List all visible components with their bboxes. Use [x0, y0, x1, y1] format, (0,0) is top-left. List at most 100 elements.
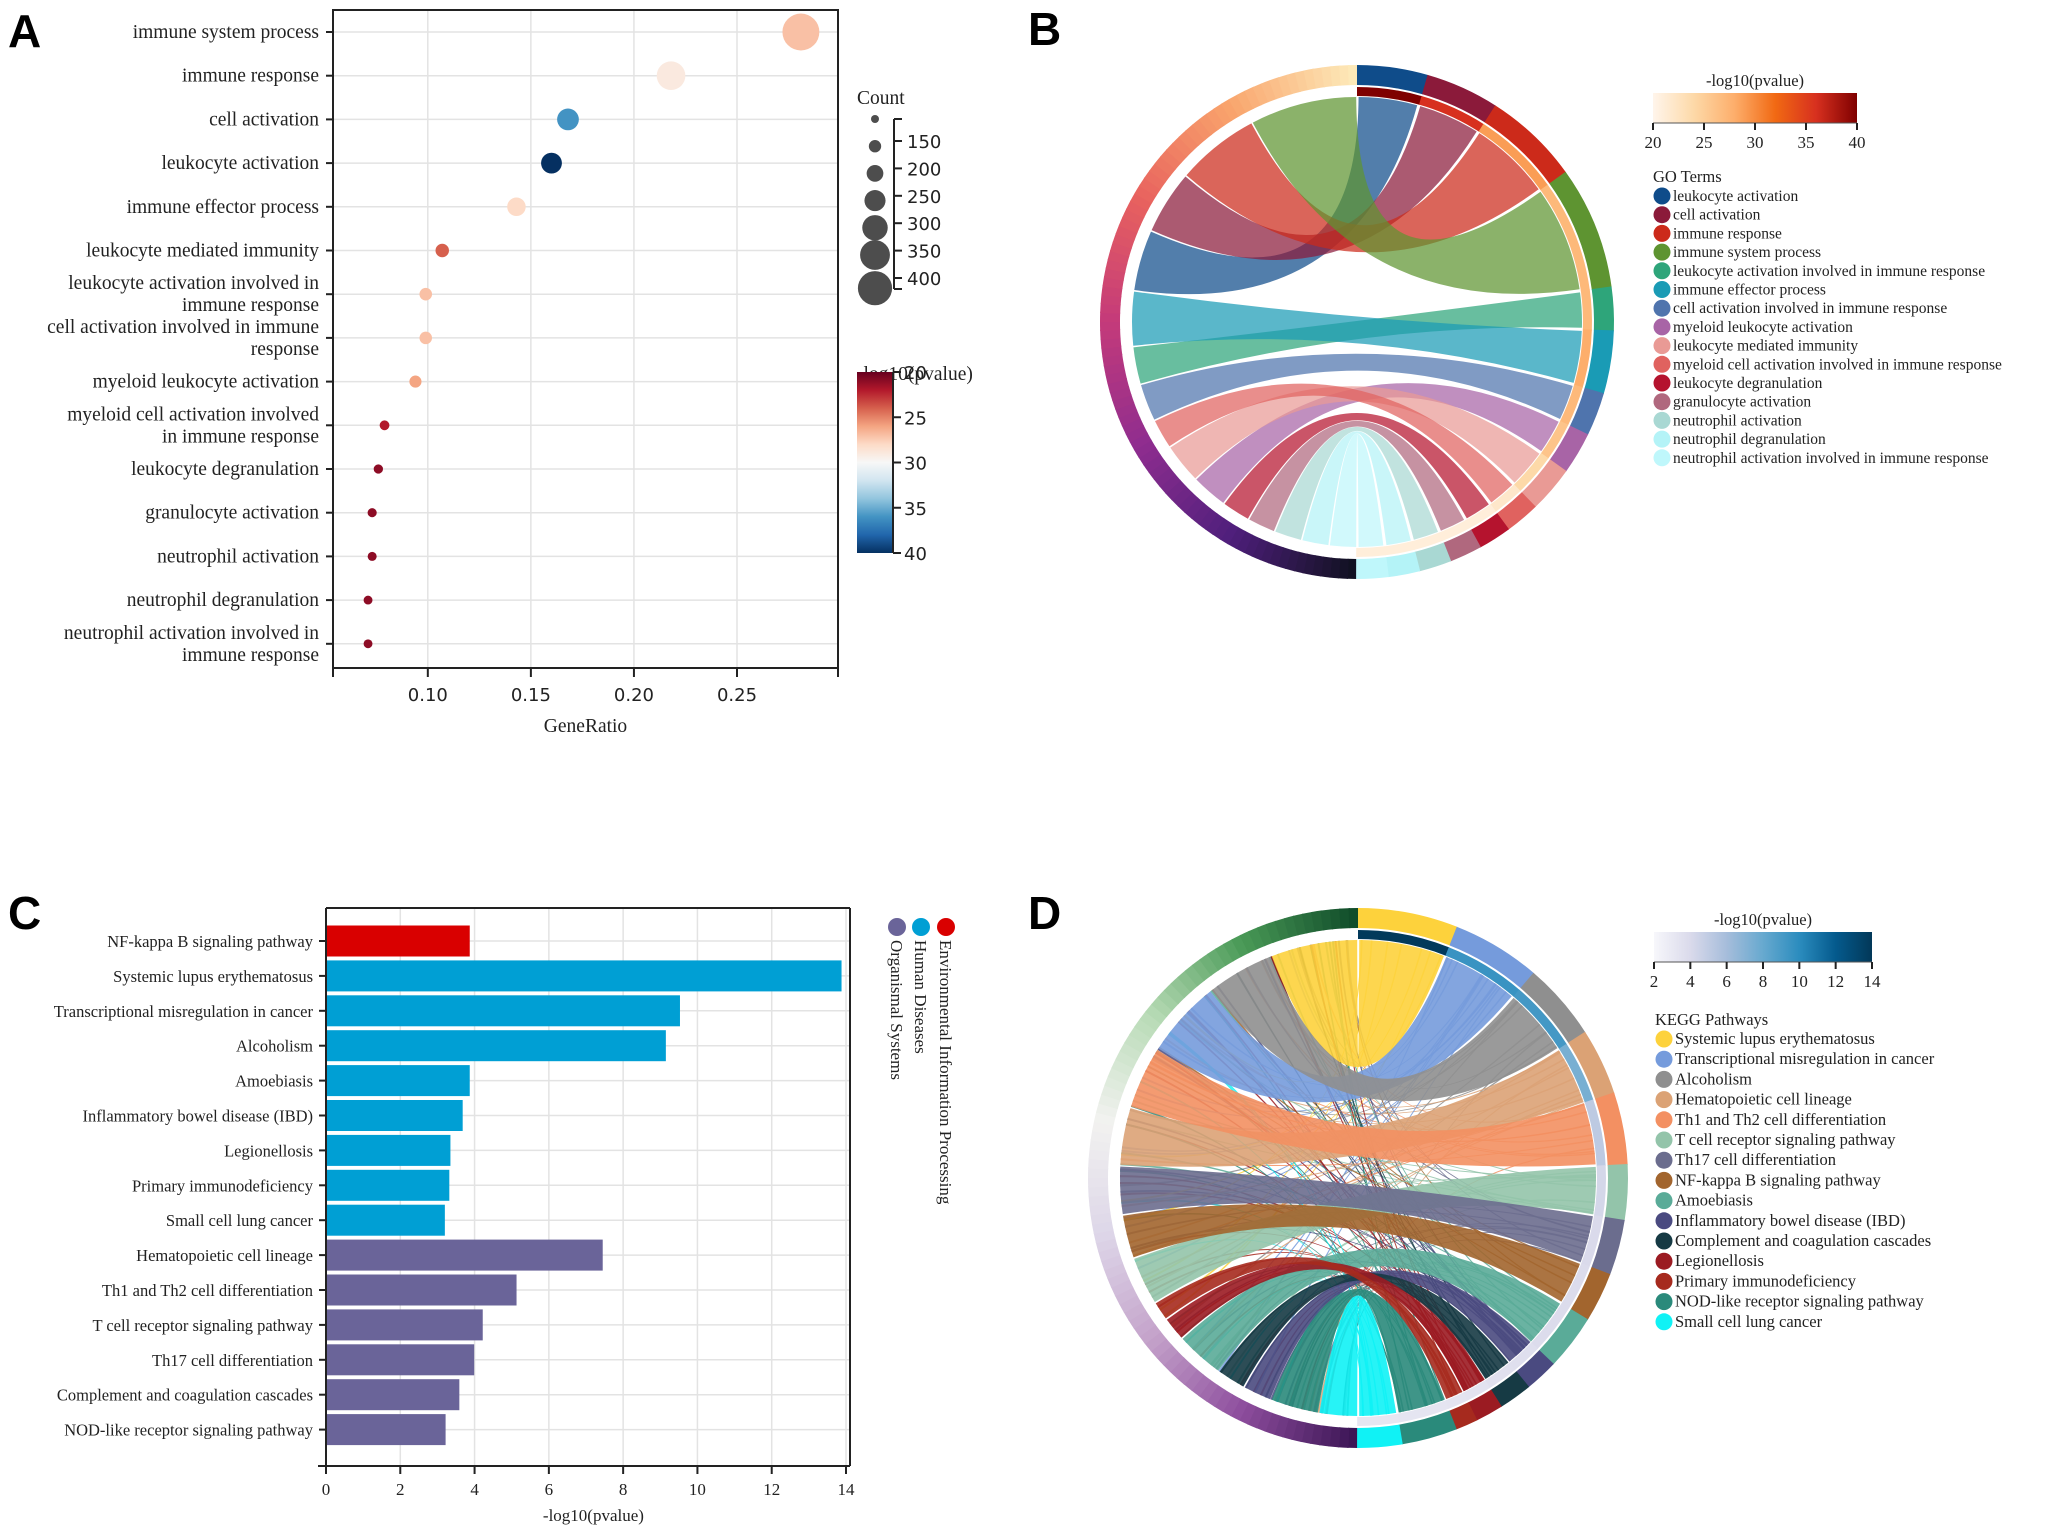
legend-size-bubble: [868, 140, 882, 153]
colorbar-tick-label: 35: [904, 499, 927, 520]
bar: [326, 1239, 603, 1271]
bubble-point: [419, 287, 433, 301]
bar: [326, 1274, 517, 1306]
y-tick-label-line: immune response: [182, 645, 319, 666]
y-tick-label: immune response: [182, 66, 319, 87]
colorbar-tick-label: 8: [1759, 972, 1768, 991]
x-tick-label: 2: [396, 1480, 405, 1499]
colorbar-tick-label: 12: [1827, 972, 1844, 991]
gene-ring-segment: [1088, 1176, 1109, 1188]
plot-frame: [332, 9, 839, 669]
colorbar: [857, 372, 893, 553]
bubble-point: [541, 152, 562, 174]
legend-swatch-icon: [1655, 1131, 1673, 1149]
y-tick-label: myeloid cell activation involved in immun…: [67, 404, 319, 447]
bar: [326, 1100, 463, 1131]
colorbar-tick-label: 40: [1849, 133, 1866, 152]
y-tick-label-line: granulocyte activation: [145, 503, 319, 524]
y-tick-label-line: in immune response: [162, 426, 319, 447]
y-tick-label-line: leukocyte degranulation: [131, 459, 319, 480]
colorbar: [1653, 93, 1857, 123]
bubble-point: [373, 464, 384, 474]
legend-item-label: Legionellosis: [1675, 1251, 1764, 1270]
colorbar-title: -log10(pvalue): [1714, 910, 1812, 929]
bar: [326, 1065, 470, 1097]
legend-item-label: Transcriptional misregulation in cancer: [1675, 1049, 1935, 1068]
colorbar-tick-label: 35: [1798, 133, 1815, 152]
x-tick-label: 8: [619, 1480, 628, 1499]
legend-item-label: leukocyte mediated immunity: [1673, 338, 1858, 355]
legend-swatch-icon: [1655, 1313, 1673, 1331]
y-tick-label-line: immune effector process: [127, 197, 319, 218]
bubble-point: [363, 595, 373, 605]
legend-size-bubble: [857, 271, 893, 306]
legend-swatch-icon: [1655, 1272, 1673, 1290]
y-tick-label: Th1 and Th2 cell differentiation: [102, 1281, 313, 1300]
legend-item-label: Th17 cell differentiation: [1675, 1150, 1836, 1169]
bubble-point: [409, 375, 422, 388]
colorbar-tick-label: 30: [1747, 133, 1764, 152]
legend-swatch-icon: [1653, 299, 1671, 317]
legend-swatch-icon: [1655, 1151, 1673, 1169]
bubble-point: [435, 243, 449, 258]
bar: [326, 1134, 451, 1166]
y-tick-label: T cell receptor signaling pathway: [92, 1316, 313, 1335]
colorbar-tick-label: 30: [904, 454, 927, 475]
y-tick-label: leukocyte activation involved in immune r…: [68, 273, 319, 316]
colorbar-tick-label: 25: [904, 408, 927, 429]
legend-swatch-icon: [1655, 1091, 1673, 1109]
colorbar-tick-label: 10: [1791, 972, 1808, 991]
legend-swatch-icon: [1653, 262, 1671, 280]
bar: [326, 1344, 475, 1376]
y-tick-label: Transcriptional misregulation in cancer: [54, 1002, 314, 1021]
bar: [326, 925, 470, 957]
y-tick-label-line: immune response: [182, 295, 319, 316]
legend-item-label: immune system process: [1673, 244, 1821, 261]
bubble-point: [656, 61, 686, 91]
legend-item-label: neutrophil activation: [1673, 412, 1802, 429]
legend-swatch-icon: [1653, 411, 1671, 429]
legend-size-tick-label: 350: [907, 242, 941, 263]
legend-swatch-icon: [1653, 337, 1671, 355]
term-ring-segment: [1385, 551, 1421, 578]
term-pvalue-ring-segment: [1356, 546, 1387, 557]
y-tick-label: leukocyte degranulation: [131, 459, 319, 480]
legend-item-label: immune effector process: [1673, 282, 1826, 299]
y-tick-label: NOD-like receptor signaling pathway: [64, 1421, 314, 1440]
legend-size-bubble: [866, 165, 884, 182]
legend-item-label: NF-kappa B signaling pathway: [1675, 1170, 1882, 1189]
bar: [326, 1414, 446, 1446]
panel-d-chord-diagram: -log10(pvalue) 2 4 6 8 10 12 14 KEGG PathwaysSys…: [1088, 908, 1935, 1448]
bar: [326, 995, 680, 1027]
legend-item-label: Hematopoietic cell lineage: [1675, 1090, 1852, 1109]
legend-item-label: Complement and coagulation cascades: [1675, 1231, 1931, 1250]
legend-swatch-icon: [1655, 1171, 1673, 1189]
bubble-point: [363, 639, 373, 649]
y-tick-label: Amoebiasis: [235, 1072, 313, 1091]
y-tick-label: Systemic lupus erythematosus: [113, 967, 313, 986]
y-tick-label-line: immune response: [182, 66, 319, 87]
legend-item-label: leukocyte degranulation: [1673, 375, 1823, 392]
bar: [326, 960, 842, 992]
legend-item-label: myeloid cell activation involved in immu…: [1673, 356, 2002, 373]
legend-swatch-icon: [1653, 224, 1671, 242]
legend-size-tick-label: 150: [907, 132, 941, 153]
legend-item-label: Organismal Systems: [887, 940, 906, 1080]
legend-swatch-icon: [1655, 1050, 1673, 1068]
legend-swatch-icon: [1655, 1030, 1673, 1048]
y-tick-label: cell activation: [209, 109, 319, 130]
y-tick-label: Legionellosis: [224, 1141, 313, 1160]
y-tick-label-line: myeloid cell activation involved: [67, 404, 319, 425]
legend: Environmental Information Processing Huma…: [887, 918, 955, 1205]
colorbar-tick-label: 6: [1722, 972, 1731, 991]
x-tick-label: 6: [545, 1480, 554, 1499]
legend-swatch-icon: [1653, 355, 1671, 373]
legend-swatch-icon: [888, 918, 906, 936]
y-tick-label: neutrophil activation involved in immune …: [64, 623, 319, 666]
x-tick-label: 10: [689, 1480, 706, 1499]
legend-swatch-icon: [1655, 1212, 1673, 1230]
legend-item-label: Alcoholism: [1675, 1069, 1752, 1088]
bar: [326, 1030, 666, 1062]
legend-item-label: Systemic lupus erythematosus: [1675, 1029, 1875, 1048]
bar: [326, 1379, 460, 1411]
